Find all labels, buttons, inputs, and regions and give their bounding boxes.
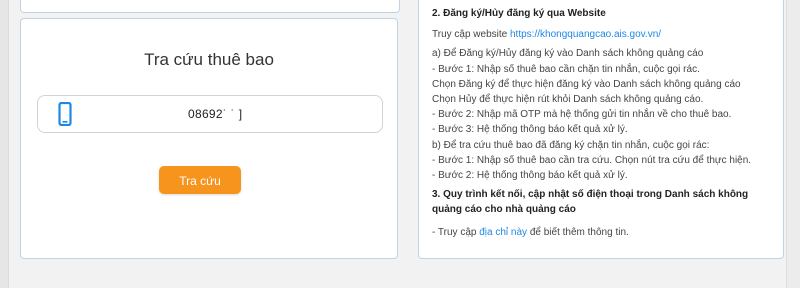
lookup-info-step1: - Bước 1: Nhập số thuê bao cần tra cứu. …	[432, 154, 752, 166]
register-step2: - Bước 2: Nhập mã OTP mà hệ thống gửi ti…	[432, 109, 732, 121]
register-choose-cancel: Chọn Hủy để thực hiện rút khỏi Danh sách…	[432, 94, 704, 106]
access-link[interactable]: địa chỉ này	[479, 227, 527, 238]
lookup-title: Tra cứu thuê bao	[144, 50, 274, 69]
subscriber-lookup-card: Tra cứu thuê bao 08692˙ ˙ ] Tra cứu	[20, 18, 398, 259]
section2-title: 2. Đăng ký/Hủy đăng ký qua Website	[432, 8, 606, 19]
left-scroll-edge	[0, 0, 9, 288]
register-step3: - Bước 3: Hệ thống thông báo kết quả xử …	[432, 124, 628, 136]
phone-number-value: 08692˙ ˙ ]	[188, 107, 243, 121]
section3-title-line1: 3. Quy trình kết nối, cập nhật số điện t…	[432, 189, 749, 201]
lookup-info-step2: - Bước 2: Hệ thống thông báo kết quả xử …	[432, 170, 628, 182]
access-line: - Truy cập địa chỉ này để biết thêm thôn…	[432, 225, 783, 240]
register-choose-register: Chọn Đăng ký để thực hiện đăng ký vào Da…	[432, 78, 741, 90]
mobile-phone-icon	[58, 102, 72, 126]
website-link[interactable]: https://khongquangcao.ais.gov.vn/	[510, 29, 661, 40]
visit-website-line: Truy cập website https://khongquangcao.a…	[432, 27, 783, 42]
lookup-button[interactable]: Tra cứu	[159, 166, 241, 194]
lookup-info-title: b) Để tra cứu thuê bao đã đăng ký chặn t…	[432, 139, 710, 151]
page-scrollbar[interactable]	[786, 0, 800, 288]
register-step1: - Bước 1: Nhập số thuê bao cần chặn tin …	[432, 63, 700, 75]
visit-prefix: Truy cập website	[432, 29, 510, 41]
register-title: a) Để Đăng ký/Hủy đăng ký vào Danh sách …	[432, 48, 704, 60]
section3-title-line2: quảng cáo cho nhà quảng cáo	[432, 204, 576, 216]
phone-number-input[interactable]: 08692˙ ˙ ]	[37, 95, 383, 133]
instructions-card: 2. Đăng ký/Hủy đăng ký qua Website Truy …	[418, 0, 784, 259]
access-suffix: để biết thêm thông tin.	[527, 226, 629, 238]
access-prefix: - Truy cập	[432, 226, 480, 238]
previous-card-bottom	[20, 0, 400, 13]
